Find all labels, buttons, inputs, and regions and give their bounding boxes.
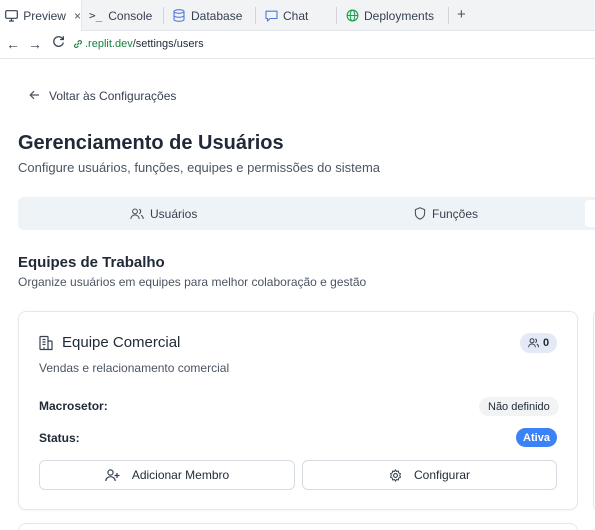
terminal-icon: >_	[89, 9, 103, 22]
new-tab-button[interactable]: +	[457, 6, 466, 23]
tab-divider	[255, 7, 256, 24]
url-field[interactable]: .replit.dev/settings/users	[73, 38, 204, 50]
tab-divider	[163, 7, 164, 24]
tab-divider	[336, 7, 337, 24]
add-member-button[interactable]: Adicionar Membro	[39, 460, 295, 490]
tab-label: Usuários	[150, 206, 198, 221]
gear-icon	[389, 468, 402, 482]
add-member-label: Adicionar Membro	[131, 468, 230, 482]
status-badge: Ativa	[516, 428, 557, 447]
tab-database[interactable]: Database	[172, 0, 242, 31]
macrosetor-badge: Não definido	[479, 397, 559, 416]
page-subtitle: Configure usuários, funções, equipes e p…	[18, 160, 381, 175]
address-bar: ← → .replit.dev/settings/users	[0, 31, 595, 59]
users-icon	[130, 207, 144, 220]
tab-label: Deployments	[364, 8, 435, 23]
url-host: .replit.dev	[85, 38, 133, 50]
tab-chat[interactable]: Chat	[264, 0, 308, 31]
team-name-label: Equipe Comercial	[62, 334, 181, 351]
tab-active-indicator[interactable]	[585, 200, 595, 227]
shield-icon	[414, 207, 426, 220]
reload-button[interactable]	[52, 35, 65, 51]
building-icon	[38, 335, 54, 351]
section-tab-list: Usuários Funções	[18, 197, 595, 230]
globe-icon	[345, 9, 359, 23]
tab-console[interactable]: >_ Console	[89, 0, 152, 31]
status-label: Status:	[39, 431, 80, 445]
browser-tab-bar: Preview × >_ Console Database Chat Deplo…	[0, 0, 595, 31]
user-plus-icon	[105, 468, 120, 482]
back-label: Voltar às Configurações	[49, 88, 177, 103]
member-count-badge: 0	[520, 333, 557, 353]
arrow-left-icon	[29, 88, 40, 103]
team-name: Equipe Comercial	[38, 334, 180, 351]
page-title: Gerenciamento de Usuários	[18, 132, 284, 154]
configure-label: Configurar	[413, 468, 471, 482]
tab-usuarios[interactable]: Usuários	[130, 197, 197, 230]
tab-label: Chat	[283, 8, 309, 23]
tab-label: Console	[108, 8, 153, 23]
chat-icon	[264, 9, 278, 23]
macrosetor-label: Macrosetor:	[39, 399, 108, 413]
tab-divider	[448, 7, 449, 24]
member-count: 0	[542, 337, 550, 349]
url-path: /settings/users	[132, 38, 204, 50]
link-icon	[73, 39, 83, 49]
monitor-icon	[5, 9, 19, 23]
tab-funcoes[interactable]: Funções	[414, 197, 478, 230]
forward-nav-button[interactable]: →	[28, 36, 42, 52]
close-icon[interactable]: ×	[74, 9, 81, 23]
team-description: Vendas e relacionamento comercial	[39, 361, 230, 375]
reload-icon	[53, 36, 64, 47]
tab-label: Funções	[432, 206, 479, 221]
database-icon	[172, 9, 186, 23]
tab-deployments[interactable]: Deployments	[345, 0, 434, 31]
back-to-settings-link[interactable]: Voltar às Configurações	[29, 88, 176, 103]
users-icon	[528, 338, 539, 348]
back-nav-button[interactable]: ←	[6, 36, 20, 52]
teams-section-title: Equipes de Trabalho	[18, 254, 165, 271]
configure-button[interactable]: Configurar	[302, 460, 557, 490]
teams-section-subtitle: Organize usuários em equipes para melhor…	[18, 275, 367, 289]
tab-preview[interactable]: Preview ×	[0, 0, 82, 31]
tab-label: Preview	[23, 8, 66, 23]
team-card-partial	[18, 523, 578, 530]
tab-label: Database	[191, 8, 243, 23]
